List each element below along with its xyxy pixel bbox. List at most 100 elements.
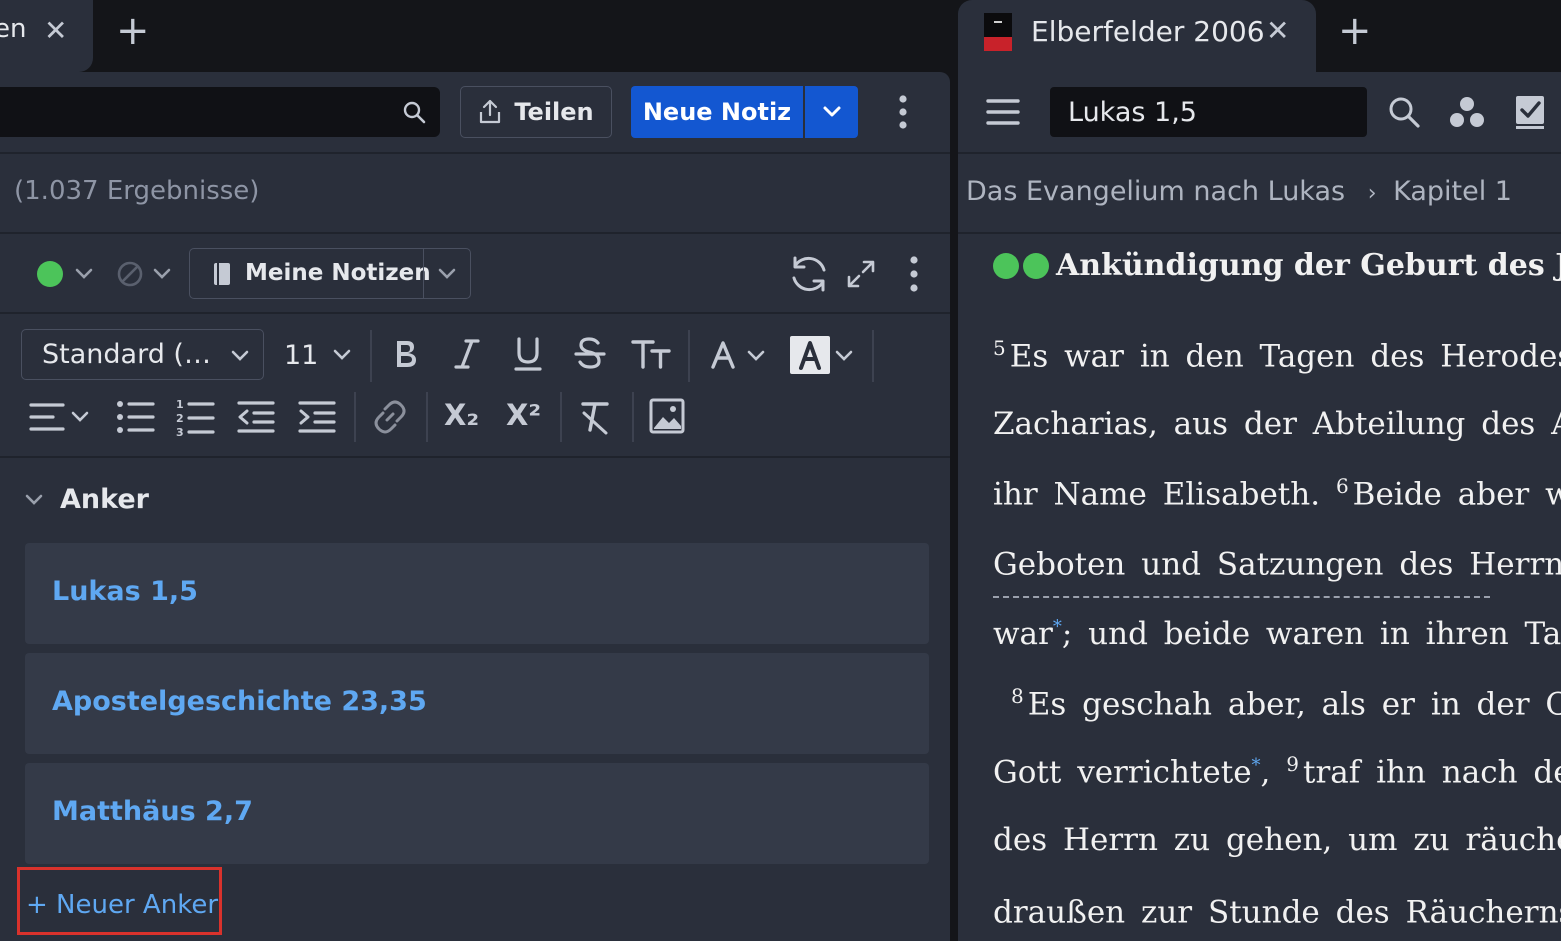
bible-tab[interactable]: Elberfelder 2006 ✕ bbox=[958, 0, 1316, 72]
section-heading: Ankündigung der Geburt des Joh bbox=[1056, 248, 1561, 283]
highlight-color-icon[interactable] bbox=[790, 336, 830, 374]
anchor-link[interactable]: Apostelgeschichte 23,35 bbox=[52, 686, 427, 717]
link-icon[interactable] bbox=[371, 398, 409, 436]
left-active-tab[interactable]: en ✕ bbox=[0, 0, 93, 72]
underline-icon[interactable] bbox=[512, 335, 544, 373]
divider bbox=[688, 330, 690, 382]
clear-formatting-icon[interactable] bbox=[578, 399, 612, 435]
paragraph-style-select[interactable]: Standard (… bbox=[21, 329, 264, 380]
anchor-item[interactable]: Matthäus 2,7 bbox=[25, 763, 929, 864]
divider bbox=[958, 152, 1561, 154]
close-tab-icon[interactable]: ✕ bbox=[1266, 14, 1289, 47]
text-line: war*; und beide waren in ihren Tagen v bbox=[993, 616, 1561, 652]
close-tab-icon[interactable]: ✕ bbox=[44, 14, 67, 47]
chevron-down-icon bbox=[231, 350, 249, 361]
dashed-underline bbox=[993, 596, 1490, 598]
divider bbox=[354, 392, 356, 442]
text-line: des Herrn zu gehen, um zu räuchern* bbox=[993, 822, 1561, 858]
text-size-icon[interactable] bbox=[630, 337, 672, 371]
new-note-dropdown-button[interactable] bbox=[805, 86, 858, 138]
anchor-item[interactable]: Lukas 1,5 bbox=[25, 543, 929, 644]
superscript-button[interactable]: X² bbox=[506, 398, 541, 432]
anchors-section-title: Anker bbox=[60, 484, 149, 515]
bold-icon[interactable] bbox=[392, 337, 420, 371]
chevron-down-icon[interactable] bbox=[437, 267, 457, 281]
breadcrumb-chapter[interactable]: Kapitel 1 bbox=[1393, 176, 1512, 207]
verse-text: draußen zur Stunde des Räucherns. bbox=[993, 894, 1561, 931]
verse-text: Es geschah aber, als er in der Ord bbox=[1027, 686, 1561, 723]
align-left-icon[interactable] bbox=[28, 400, 68, 434]
no-color-icon[interactable] bbox=[116, 260, 144, 288]
notes-panel: Teilen Neue Notiz (1.037 Ergebnisse) Mei… bbox=[0, 72, 950, 941]
sync-icon[interactable] bbox=[788, 253, 830, 295]
new-note-button[interactable]: Neue Notiz bbox=[631, 86, 803, 138]
insert-image-icon[interactable] bbox=[649, 398, 685, 434]
add-tab-icon[interactable]: + bbox=[116, 8, 150, 54]
notebook-select[interactable]: Meine Notizen bbox=[189, 248, 471, 299]
new-anchor-button[interactable]: + Neuer Anker bbox=[17, 867, 222, 935]
verse-text: , bbox=[1260, 754, 1271, 791]
search-icon bbox=[403, 101, 426, 124]
outdent-icon[interactable] bbox=[236, 399, 276, 435]
chevron-down-icon bbox=[823, 106, 840, 117]
breadcrumb-separator: › bbox=[1367, 181, 1377, 206]
anchor-item[interactable]: Apostelgeschichte 23,35 bbox=[25, 653, 929, 754]
verse-text: traf ihn nach der G bbox=[1303, 754, 1561, 791]
subscript-button[interactable]: X₂ bbox=[444, 398, 479, 432]
more-options-icon[interactable] bbox=[896, 94, 910, 130]
status-dot-icon[interactable] bbox=[36, 260, 64, 288]
chevron-down-icon[interactable] bbox=[834, 349, 854, 363]
anchor-link[interactable]: Matthäus 2,7 bbox=[52, 796, 253, 827]
verse-text: Gott verrichtete bbox=[993, 754, 1252, 791]
chevron-down-icon[interactable] bbox=[74, 267, 94, 281]
share-icon bbox=[480, 99, 501, 124]
text-line: Geboten und Satzungen des Herrn*. 7 bbox=[993, 544, 1561, 582]
notes-search-input[interactable] bbox=[0, 87, 440, 137]
chevron-down-icon[interactable] bbox=[70, 410, 90, 424]
reference-input[interactable]: Lukas 1,5 bbox=[1050, 87, 1367, 137]
indent-icon[interactable] bbox=[297, 399, 337, 435]
paragraph-style-value: Standard (… bbox=[42, 339, 211, 370]
font-color-icon[interactable] bbox=[710, 340, 736, 370]
verse-number[interactable]: 8 bbox=[1011, 684, 1024, 708]
strikethrough-icon[interactable] bbox=[573, 335, 607, 373]
bullet-list-icon[interactable] bbox=[116, 399, 156, 435]
parallel-resources-icon[interactable] bbox=[1450, 96, 1484, 128]
left-tab-title: en bbox=[0, 14, 27, 44]
numbered-list-icon[interactable]: 1 2 3 bbox=[176, 397, 216, 437]
results-count: (1.037 Ergebnisse) bbox=[14, 176, 260, 206]
anchor-link[interactable]: Lukas 1,5 bbox=[52, 576, 198, 607]
bible-panel: Lukas 1,5 Das Evangelium nach Lukas › Ka… bbox=[958, 72, 1561, 941]
text-line: ihr Name Elisabeth. 6Beide aber waren bbox=[993, 474, 1561, 512]
notebook-icon bbox=[214, 263, 230, 285]
collapse-chevron-icon[interactable] bbox=[24, 492, 44, 508]
chevron-down-icon[interactable] bbox=[152, 267, 172, 281]
expand-icon[interactable] bbox=[846, 259, 876, 289]
share-button[interactable]: Teilen bbox=[460, 86, 612, 138]
chevron-down-icon[interactable] bbox=[746, 349, 766, 363]
text-line: Gott verrichtete*, 9traf ihn nach der G bbox=[993, 752, 1561, 790]
bible-tab-title: Elberfelder 2006 bbox=[1031, 15, 1265, 48]
verse-number[interactable]: 9 bbox=[1286, 752, 1299, 776]
verse-number[interactable]: 5 bbox=[993, 336, 1006, 360]
task-check-icon[interactable] bbox=[1514, 94, 1546, 130]
text-line: 8 Es geschah aber, als er in der Ord bbox=[1011, 684, 1561, 722]
new-anchor-label: + Neuer Anker bbox=[26, 890, 219, 920]
search-icon[interactable] bbox=[1387, 95, 1421, 129]
italic-icon[interactable] bbox=[452, 337, 482, 371]
footnote-marker[interactable]: * bbox=[1252, 755, 1261, 776]
footnote-marker[interactable]: * bbox=[1053, 617, 1062, 638]
svg-text:3: 3 bbox=[176, 426, 184, 437]
breadcrumb-book[interactable]: Das Evangelium nach Lukas bbox=[966, 176, 1345, 207]
divider bbox=[0, 152, 950, 154]
divider bbox=[0, 312, 950, 314]
more-options-icon[interactable] bbox=[907, 255, 921, 293]
font-size-select[interactable]: 11 bbox=[284, 338, 352, 372]
add-tab-icon[interactable]: + bbox=[1338, 8, 1372, 54]
divider bbox=[958, 232, 1561, 234]
menu-icon[interactable] bbox=[986, 97, 1020, 127]
verse-text: war bbox=[993, 616, 1053, 652]
verse-number[interactable]: 6 bbox=[1336, 474, 1349, 498]
verse-text: Zacharias, aus der Abteilung des Abija bbox=[993, 406, 1561, 442]
divider bbox=[423, 249, 424, 298]
